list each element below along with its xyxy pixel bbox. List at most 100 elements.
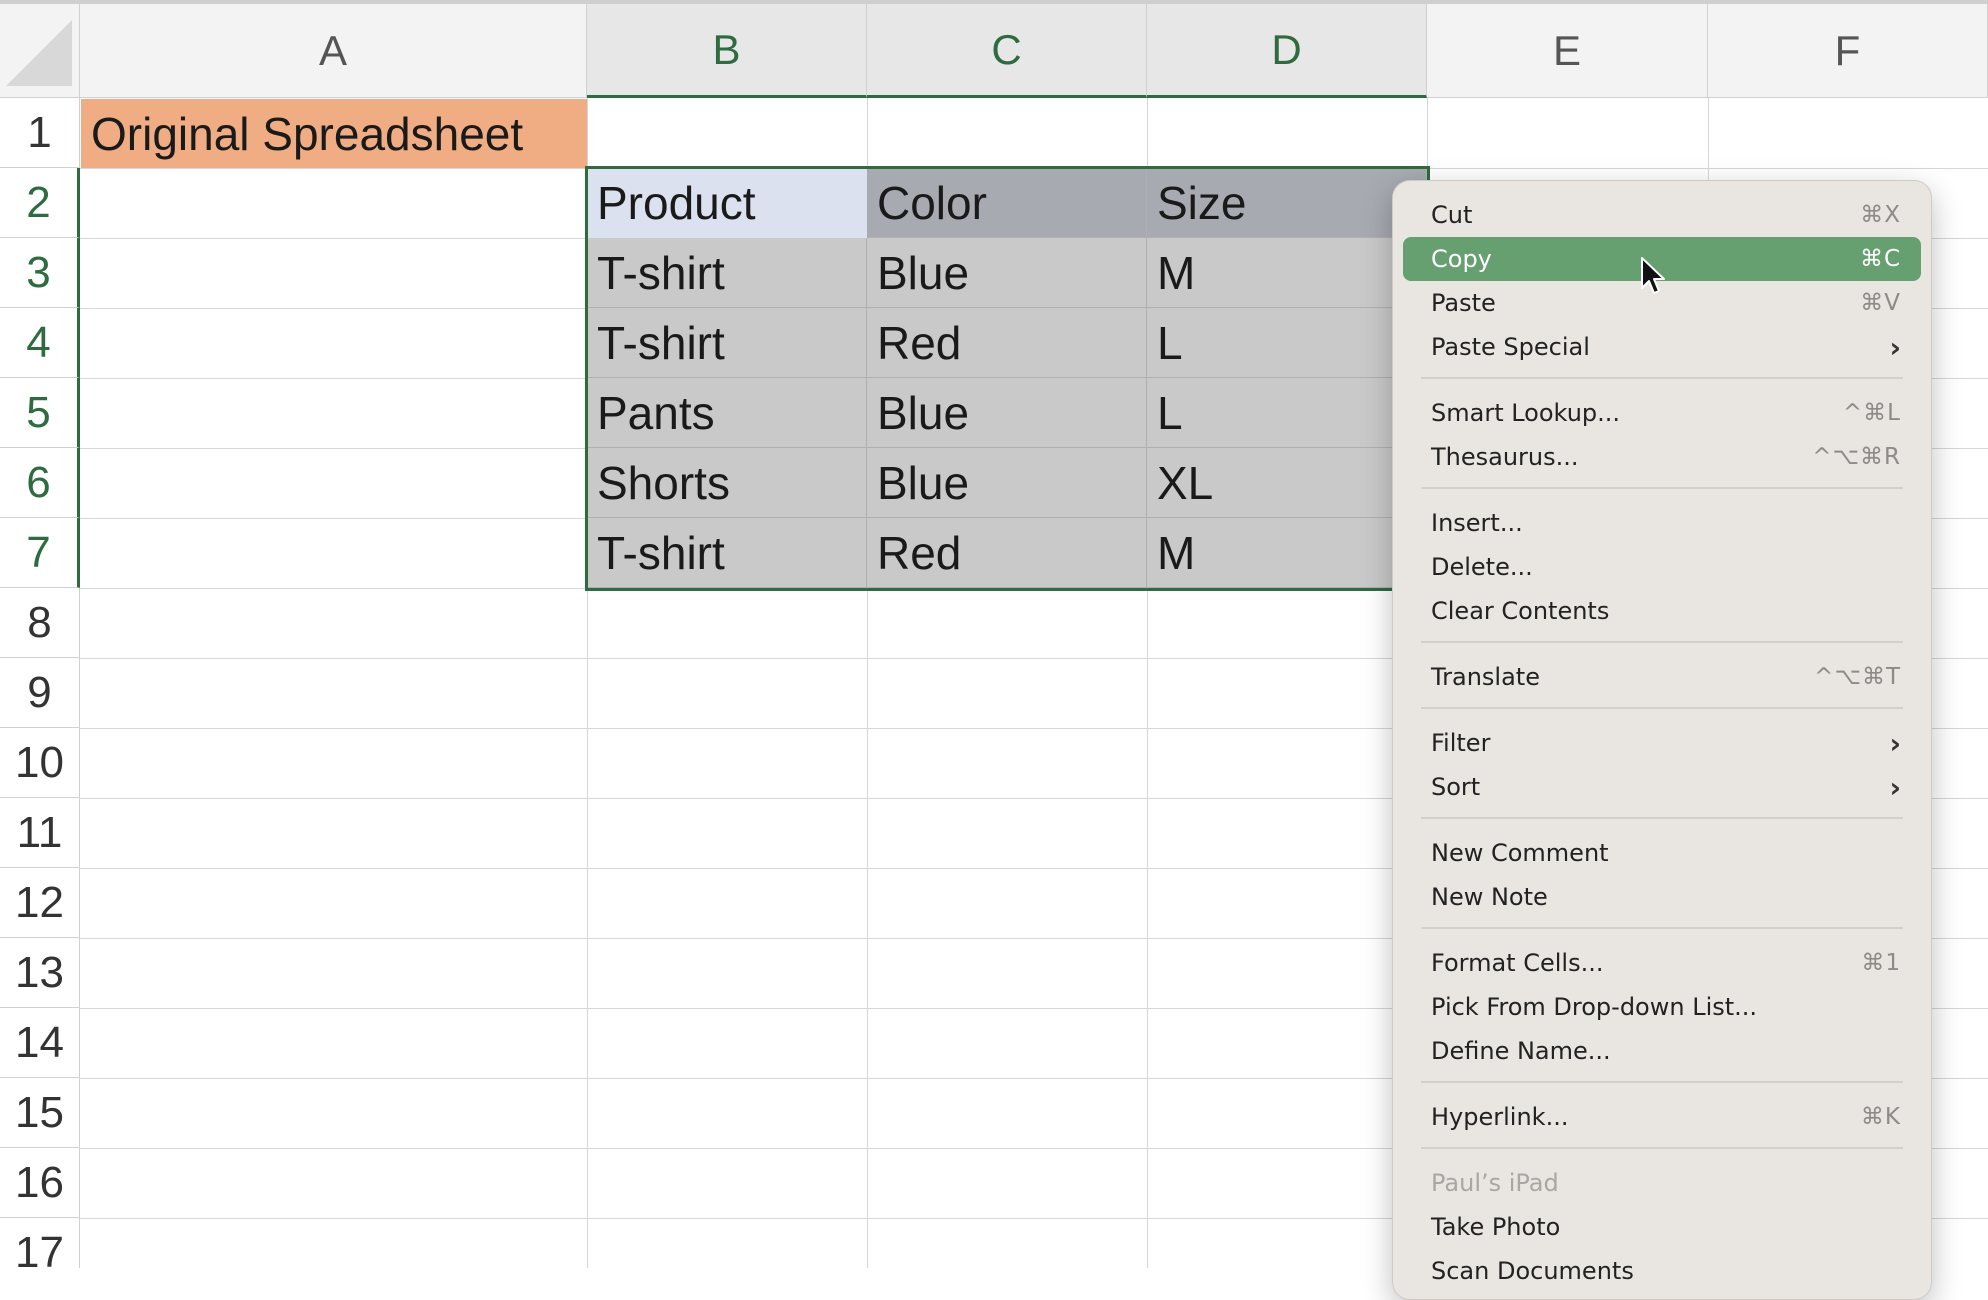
menu-item-filter[interactable]: Filter › bbox=[1403, 721, 1921, 765]
menu-item-thesaurus[interactable]: Thesaurus... ^⌥⌘R bbox=[1403, 435, 1921, 479]
menu-item-sort[interactable]: Sort › bbox=[1403, 765, 1921, 809]
menu-separator bbox=[1421, 1147, 1903, 1149]
table-cell-product[interactable]: Pants bbox=[587, 378, 867, 448]
context-menu: Cut ⌘X Copy ⌘C Paste ⌘V Paste Special › Smar… bbox=[1392, 180, 1932, 1300]
row-header-8[interactable]: 8 bbox=[0, 588, 80, 658]
column-header-a[interactable]: A bbox=[80, 4, 587, 98]
menu-item-label: Hyperlink... bbox=[1431, 1103, 1569, 1131]
cell-b2-header-product[interactable]: Product bbox=[587, 168, 867, 238]
table-cell-product[interactable]: Shorts bbox=[587, 448, 867, 518]
chevron-right-icon: › bbox=[1889, 330, 1901, 364]
row-header-5[interactable]: 5 bbox=[0, 378, 80, 448]
menu-item-label: Delete... bbox=[1431, 553, 1533, 581]
menu-item-translate[interactable]: Translate ^⌥⌘T bbox=[1403, 655, 1921, 699]
menu-item-label: Thesaurus... bbox=[1431, 443, 1579, 471]
menu-item-delete[interactable]: Delete... bbox=[1403, 545, 1921, 589]
table-cell-size[interactable]: XL bbox=[1147, 448, 1427, 518]
menu-item-label: Format Cells... bbox=[1431, 949, 1604, 977]
row-header-4[interactable]: 4 bbox=[0, 308, 80, 378]
row-header-12[interactable]: 12 bbox=[0, 868, 80, 938]
cell-a1-title[interactable]: Original Spreadsheet bbox=[81, 99, 587, 168]
chevron-right-icon: › bbox=[1889, 726, 1901, 760]
row-header-14[interactable]: 14 bbox=[0, 1008, 80, 1078]
menu-item-shortcut: ⌘C bbox=[1859, 246, 1901, 272]
row-header-10[interactable]: 10 bbox=[0, 728, 80, 798]
menu-item-label: Scan Documents bbox=[1431, 1257, 1634, 1285]
row-header-1[interactable]: 1 bbox=[0, 98, 80, 168]
table-cell-size[interactable]: L bbox=[1147, 378, 1427, 448]
table-cell-color[interactable]: Red bbox=[867, 308, 1147, 378]
menu-item-label: Clear Contents bbox=[1431, 597, 1610, 625]
menu-item-shortcut: ⌘V bbox=[1860, 290, 1901, 316]
menu-item-label: Paste Special bbox=[1431, 333, 1590, 361]
row-header-7[interactable]: 7 bbox=[0, 518, 80, 588]
select-all-triangle-icon bbox=[6, 20, 72, 86]
mouse-cursor-icon bbox=[1641, 257, 1665, 294]
menu-item-label: Paul’s iPad bbox=[1431, 1169, 1559, 1197]
menu-item-label: Take Photo bbox=[1431, 1213, 1561, 1241]
menu-item-hyperlink[interactable]: Hyperlink... ⌘K bbox=[1403, 1095, 1921, 1139]
row-header-15[interactable]: 15 bbox=[0, 1078, 80, 1148]
menu-item-label: Pick From Drop-down List... bbox=[1431, 993, 1758, 1021]
table-cell-color[interactable]: Blue bbox=[867, 378, 1147, 448]
menu-item-label: Translate bbox=[1431, 663, 1540, 691]
menu-item-cut[interactable]: Cut ⌘X bbox=[1403, 193, 1921, 237]
column-header-e[interactable]: E bbox=[1427, 4, 1708, 98]
menu-item-smart-lookup[interactable]: Smart Lookup... ^⌘L bbox=[1403, 391, 1921, 435]
table-cell-size[interactable]: M bbox=[1147, 238, 1427, 308]
table-cell-color[interactable]: Blue bbox=[867, 448, 1147, 518]
menu-separator bbox=[1421, 707, 1903, 709]
column-header-b[interactable]: B bbox=[587, 4, 867, 98]
row-header-16[interactable]: 16 bbox=[0, 1148, 80, 1218]
menu-item-clear-contents[interactable]: Clear Contents bbox=[1403, 589, 1921, 633]
menu-item-new-note[interactable]: New Note bbox=[1403, 875, 1921, 919]
row-header-9[interactable]: 9 bbox=[0, 658, 80, 728]
table-cell-product[interactable]: T-shirt bbox=[587, 238, 867, 308]
menu-item-label: New Note bbox=[1431, 883, 1548, 911]
cell-c2-header-color[interactable]: Color bbox=[867, 168, 1147, 238]
table-cell-size[interactable]: L bbox=[1147, 308, 1427, 378]
menu-item-label: Insert... bbox=[1431, 509, 1523, 537]
row-header-11[interactable]: 11 bbox=[0, 798, 80, 868]
row-header-13[interactable]: 13 bbox=[0, 938, 80, 1008]
menu-separator bbox=[1421, 377, 1903, 379]
menu-item-take-photo[interactable]: Take Photo bbox=[1403, 1205, 1921, 1249]
menu-item-label: Smart Lookup... bbox=[1431, 399, 1621, 427]
menu-item-shortcut: ⌘K bbox=[1860, 1104, 1901, 1130]
table-cell-product[interactable]: T-shirt bbox=[587, 518, 867, 588]
menu-item-scan-documents[interactable]: Scan Documents bbox=[1403, 1249, 1921, 1293]
menu-item-shortcut: ^⌘L bbox=[1842, 400, 1901, 426]
menu-item-insert[interactable]: Insert... bbox=[1403, 501, 1921, 545]
chevron-right-icon: › bbox=[1889, 770, 1901, 804]
menu-section-device: Paul’s iPad bbox=[1403, 1161, 1921, 1205]
menu-item-define-name[interactable]: Define Name... bbox=[1403, 1029, 1921, 1073]
menu-item-label: Define Name... bbox=[1431, 1037, 1611, 1065]
menu-item-shortcut: ⌘1 bbox=[1861, 950, 1901, 976]
menu-item-label: Sort bbox=[1431, 773, 1481, 801]
menu-separator bbox=[1421, 487, 1903, 489]
row-header-3[interactable]: 3 bbox=[0, 238, 80, 308]
row-header-2[interactable]: 2 bbox=[0, 168, 80, 238]
select-all-corner[interactable] bbox=[0, 4, 80, 98]
column-header-d[interactable]: D bbox=[1147, 4, 1427, 98]
menu-item-format-cells[interactable]: Format Cells... ⌘1 bbox=[1403, 941, 1921, 985]
menu-item-shortcut: ^⌥⌘T bbox=[1814, 664, 1901, 690]
menu-item-pick-from-dropdown[interactable]: Pick From Drop-down List... bbox=[1403, 985, 1921, 1029]
table-cell-product[interactable]: T-shirt bbox=[587, 308, 867, 378]
table-cell-size[interactable]: M bbox=[1147, 518, 1427, 588]
column-header-c[interactable]: C bbox=[867, 4, 1147, 98]
row-header-6[interactable]: 6 bbox=[0, 448, 80, 518]
column-header-f[interactable]: F bbox=[1708, 4, 1988, 98]
menu-item-shortcut: ⌘X bbox=[1860, 202, 1901, 228]
menu-separator bbox=[1421, 641, 1903, 643]
menu-separator bbox=[1421, 1081, 1903, 1083]
menu-item-label: Filter bbox=[1431, 729, 1491, 757]
table-cell-color[interactable]: Red bbox=[867, 518, 1147, 588]
row-header-17[interactable]: 17 bbox=[0, 1218, 80, 1268]
table-cell-color[interactable]: Blue bbox=[867, 238, 1147, 308]
menu-item-shortcut: ^⌥⌘R bbox=[1812, 444, 1901, 470]
menu-item-new-comment[interactable]: New Comment bbox=[1403, 831, 1921, 875]
menu-separator bbox=[1421, 927, 1903, 929]
cell-d2-header-size[interactable]: Size bbox=[1147, 168, 1427, 238]
menu-item-paste-special[interactable]: Paste Special › bbox=[1403, 325, 1921, 369]
